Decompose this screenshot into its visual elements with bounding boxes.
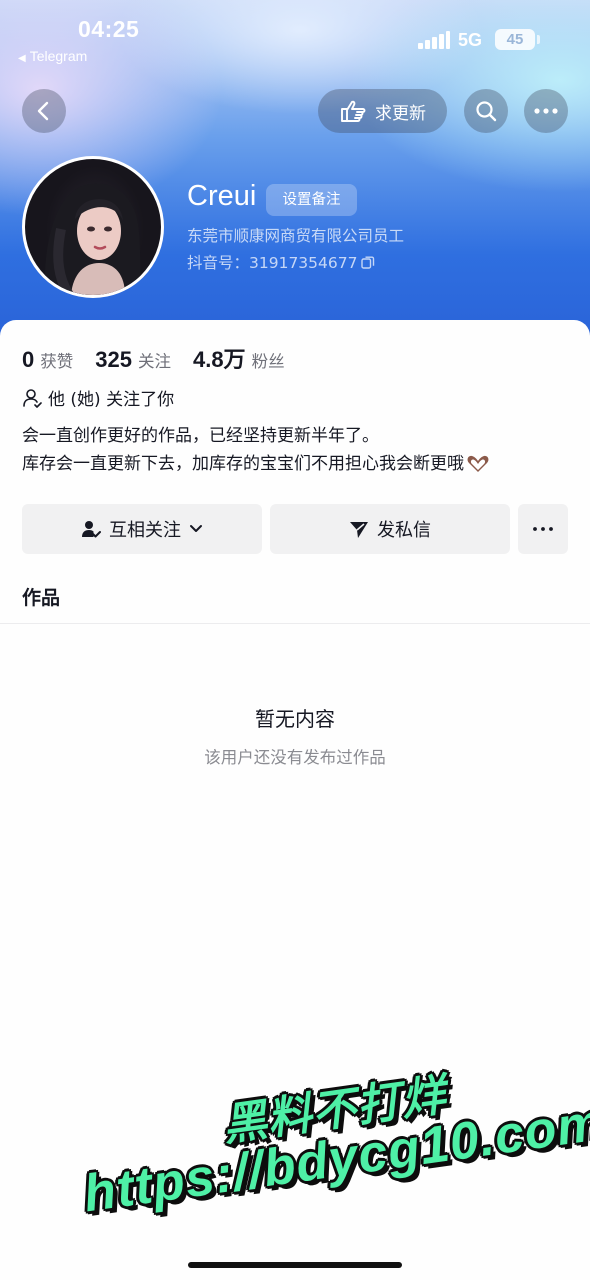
chevron-down-icon [190, 525, 202, 532]
back-to-app-link[interactable]: ◀ Telegram [18, 48, 87, 64]
more-actions-button[interactable] [518, 504, 568, 554]
paper-plane-icon [350, 522, 368, 538]
stat-likes-value: 0 [22, 347, 35, 372]
profile-username: Creui [187, 180, 257, 212]
bio-line-2-row: 库存会一直更新下去，加库存的宝宝们不用担心我会断更哦 [22, 450, 582, 478]
tab-divider [0, 623, 590, 624]
stat-followers-label: 粉丝 [251, 352, 285, 371]
send-message-label: 发私信 [377, 520, 431, 541]
network-type: 5G [458, 30, 483, 50]
profile-bio: 会一直创作更好的作品，已经坚持更新半年了。 库存会一直更新下去，加库存的宝宝们不… [22, 422, 582, 478]
profile-stats: 0 获赞 325 关注 4.8万 粉丝 [22, 342, 307, 374]
follows-you-text: 他 (她) 关注了你 [48, 390, 175, 410]
bio-line-2: 库存会一直更新下去，加库存的宝宝们不用担心我会断更哦 [22, 454, 464, 474]
empty-state-title: 暂无内容 [255, 707, 335, 731]
chevron-left-icon [37, 101, 49, 121]
heart-hands-icon [467, 455, 489, 472]
stat-followers-value: 4.8万 [192, 347, 246, 372]
avatar[interactable] [22, 156, 164, 298]
stat-following-value: 325 [95, 347, 132, 372]
status-bar: 04:25 ◀ Telegram 5G 45 [0, 0, 590, 80]
douyin-id-text: 抖音号：31917354677 [187, 254, 358, 272]
mutual-follow-button[interactable]: 互相关注 [22, 504, 262, 554]
back-triangle-icon: ◀ [18, 53, 26, 64]
copy-icon[interactable] [361, 255, 375, 269]
search-icon [476, 101, 497, 122]
signal-icon [418, 31, 450, 49]
avatar-portrait [44, 183, 145, 295]
status-time: 04:25 [78, 16, 140, 42]
more-dots-icon [533, 527, 553, 531]
stat-likes[interactable]: 0 获赞 [22, 347, 73, 373]
more-options-button[interactable] [524, 89, 568, 133]
request-update-label: 求更新 [375, 103, 426, 124]
pointing-hand-icon [341, 100, 366, 122]
stat-following-label: 关注 [137, 352, 171, 371]
profile-company: 东莞市顺康网商贸有限公司员工 [187, 227, 405, 245]
search-button[interactable] [464, 89, 508, 133]
set-remark-button[interactable]: 设置备注 [266, 184, 357, 216]
mutual-follow-label: 互相关注 [109, 520, 181, 541]
home-indicator[interactable] [188, 1262, 402, 1268]
request-update-button[interactable]: 求更新 [318, 89, 447, 133]
bio-line-1: 会一直创作更好的作品，已经坚持更新半年了。 [22, 426, 379, 446]
tab-works[interactable]: 作品 [22, 583, 60, 610]
more-dots-icon [534, 108, 558, 114]
send-message-button[interactable]: 发私信 [270, 504, 510, 554]
battery-icon: 45 [495, 29, 535, 50]
stat-likes-label: 获赞 [40, 352, 74, 371]
user-check-icon [82, 521, 101, 538]
battery-tip [537, 35, 540, 44]
back-app-label: Telegram [29, 48, 88, 64]
user-icon [23, 388, 42, 408]
empty-state-subtitle: 该用户还没有发布过作品 [204, 748, 386, 767]
back-button[interactable] [22, 89, 66, 133]
stat-followers[interactable]: 4.8万 粉丝 [193, 342, 285, 374]
follows-you-row: 他 (她) 关注了你 [22, 385, 174, 410]
stat-following[interactable]: 325 关注 [95, 347, 171, 373]
douyin-id-row[interactable]: 抖音号：31917354677 [187, 251, 375, 273]
